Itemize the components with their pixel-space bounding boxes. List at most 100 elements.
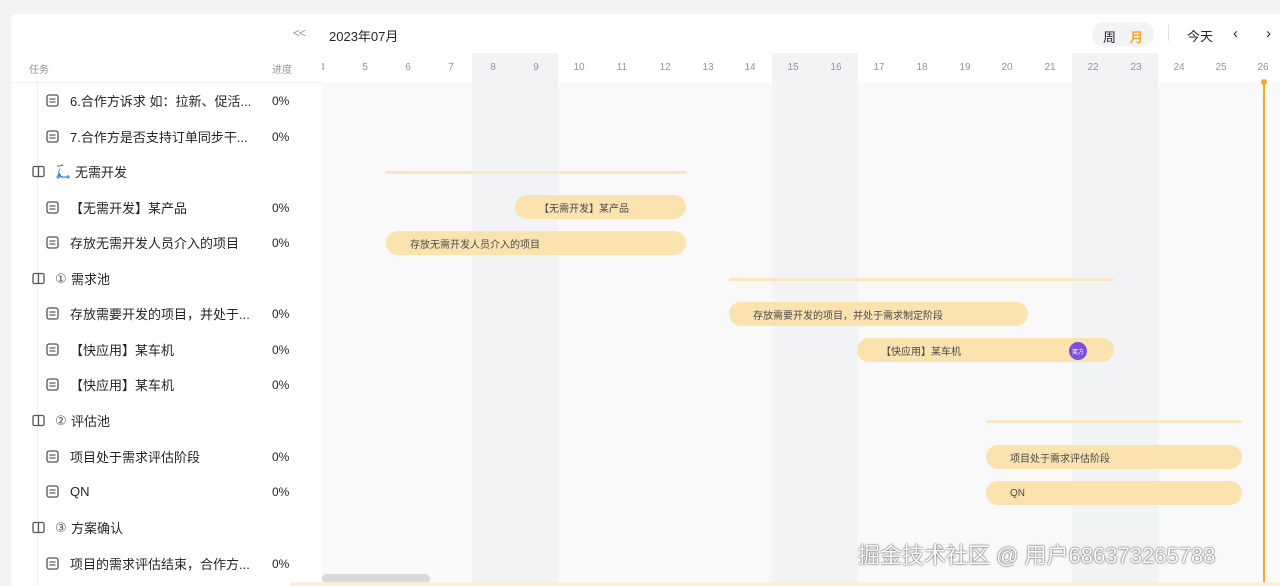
day-label: 18	[916, 62, 928, 73]
task-progress: 0%	[272, 484, 290, 499]
expand-group-icon[interactable]	[31, 272, 45, 286]
task-row[interactable]: 【无需开发】某产品 0%	[11, 190, 322, 225]
weekend-column	[1072, 53, 1158, 586]
gantt-timeline: 2023年07月 周 月 今天 ‹ › 4 5 6 7 8 9 10 11 12…	[322, 14, 1280, 586]
gantt-bar-label: 【无需开发】某产品	[539, 203, 629, 215]
toolbar-divider	[1168, 25, 1169, 41]
group-title: 评估池	[71, 414, 111, 429]
today-marker-line	[1263, 83, 1265, 586]
task-row[interactable]: 存放需要开发的项目，并处于... 0%	[11, 296, 322, 331]
day-label: 9	[533, 62, 539, 73]
task-card-icon	[45, 450, 59, 464]
chevron-right-icon[interactable]: ›	[1266, 25, 1271, 42]
task-progress: 0%	[272, 200, 290, 215]
task-list-panel: << 任务 进度 6.合作方诉求 如：拉新、促活... 0% 7.合作方是否支持…	[11, 14, 322, 586]
number-three-icon: ③	[55, 519, 67, 535]
gantt-bar[interactable]: 【无需开发】某产品	[515, 195, 686, 219]
gantt-bar[interactable]: 存放无需开发人员介入的项目	[386, 231, 686, 255]
task-row[interactable]: 项目处于需求评估阶段 0%	[11, 439, 322, 474]
bottom-strip	[290, 582, 1280, 586]
day-label: 19	[959, 62, 971, 73]
day-label: 16	[830, 62, 842, 73]
expand-group-icon[interactable]	[31, 521, 45, 535]
task-row[interactable]: 【快应用】某车机 0%	[11, 332, 322, 367]
task-progress: 0%	[272, 342, 290, 357]
today-button[interactable]: 今天	[1187, 26, 1213, 45]
task-row[interactable]: 6.合作方诉求 如：拉新、促活... 0%	[11, 83, 322, 118]
task-progress: 0%	[272, 93, 290, 108]
task-row[interactable]: 存放无需开发人员介入的项目 0%	[11, 225, 322, 260]
task-card-icon	[45, 201, 59, 215]
group-title: 需求池	[71, 272, 111, 287]
task-row[interactable]: 项目的需求评估结束，合作方... 0%	[11, 546, 322, 581]
task-title: 【无需开发】某产品	[70, 201, 188, 216]
chevron-left-icon[interactable]: ‹	[1233, 25, 1238, 42]
task-title: 存放无需开发人员介入的项目	[70, 236, 240, 251]
day-label: 21	[1044, 62, 1056, 73]
view-month-button[interactable]: 月	[1130, 27, 1143, 46]
day-label: 23	[1130, 62, 1142, 73]
day-label: 22	[1087, 62, 1099, 73]
view-week-button[interactable]: 周	[1103, 27, 1116, 46]
task-progress: 0%	[272, 235, 290, 250]
gantt-bar[interactable]: 存放需要开发的项目，并处于需求制定阶段	[729, 302, 1028, 326]
gantt-bar[interactable]: QN	[986, 481, 1242, 505]
group-title: 无需开发	[75, 165, 128, 180]
task-row[interactable]: 【快应用】某车机 0%	[11, 367, 322, 402]
month-label: 2023年07月	[329, 29, 399, 44]
column-header-progress: 进度	[272, 65, 292, 76]
day-label: 17	[873, 62, 885, 73]
day-label: 6	[405, 62, 411, 73]
day-label: 24	[1173, 62, 1185, 73]
task-title: 【快应用】某车机	[70, 378, 175, 393]
view-toggle: 周 月	[1092, 22, 1154, 46]
group-row-no-dev[interactable]: 🛴 无需开发	[11, 154, 322, 189]
task-title: 6.合作方诉求 如：拉新、促活...	[70, 94, 252, 109]
task-title: 项目的需求评估结束，合作方...	[70, 557, 250, 572]
day-label: 25	[1215, 62, 1227, 73]
day-label: 10	[573, 62, 585, 73]
task-card-icon	[45, 236, 59, 250]
day-label: 20	[1001, 62, 1013, 73]
day-label: 26	[1257, 62, 1269, 73]
task-progress: 0%	[272, 129, 290, 144]
task-card-icon	[45, 307, 59, 321]
day-label: 8	[490, 62, 496, 73]
task-row[interactable]: QN 0%	[11, 474, 322, 509]
task-card-icon	[45, 557, 59, 571]
expand-group-icon[interactable]	[31, 165, 45, 179]
task-title: 项目处于需求评估阶段	[70, 450, 201, 465]
task-title: 【快应用】某车机	[70, 343, 175, 358]
expand-group-icon[interactable]	[31, 414, 45, 428]
group-title: 方案确认	[71, 521, 124, 536]
group-row-solution-confirm[interactable]: ③ 方案确认	[11, 510, 322, 545]
number-one-icon: ①	[55, 270, 67, 286]
task-row[interactable]: 7.合作方是否支持订单同步干... 0%	[11, 119, 322, 154]
assignee-avatar[interactable]: 笑方	[1069, 342, 1087, 360]
scooter-icon: 🛴	[55, 163, 72, 179]
task-card-icon	[45, 130, 59, 144]
group-row-requirement-pool[interactable]: ① 需求池	[11, 261, 322, 296]
group-span-evaluation-pool	[986, 420, 1242, 423]
day-label: 13	[702, 62, 714, 73]
day-label: 4	[322, 62, 337, 73]
gantt-bar[interactable]: 项目处于需求评估阶段	[986, 445, 1242, 469]
task-title: 7.合作方是否支持订单同步干...	[70, 130, 248, 145]
task-progress: 0%	[272, 306, 290, 321]
group-row-evaluation-pool[interactable]: ② 评估池	[11, 403, 322, 438]
gantt-bar-label: 【快应用】某车机	[881, 346, 961, 358]
task-title: 存放需要开发的项目，并处于...	[70, 307, 250, 322]
column-header-task: 任务	[29, 65, 49, 76]
task-progress: 0%	[272, 377, 290, 392]
collapse-panel-button[interactable]: <<	[293, 26, 306, 40]
task-progress: 0%	[272, 449, 290, 464]
today-marker-dot	[1261, 79, 1267, 85]
task-card-icon	[45, 94, 59, 108]
day-label: 11	[616, 62, 628, 73]
day-label: 5	[362, 62, 368, 73]
day-label: 14	[744, 62, 756, 73]
day-label: 15	[787, 62, 799, 73]
weekend-column	[472, 53, 558, 586]
task-card-icon	[45, 485, 59, 499]
gantt-bar-label: QN	[1010, 487, 1025, 499]
